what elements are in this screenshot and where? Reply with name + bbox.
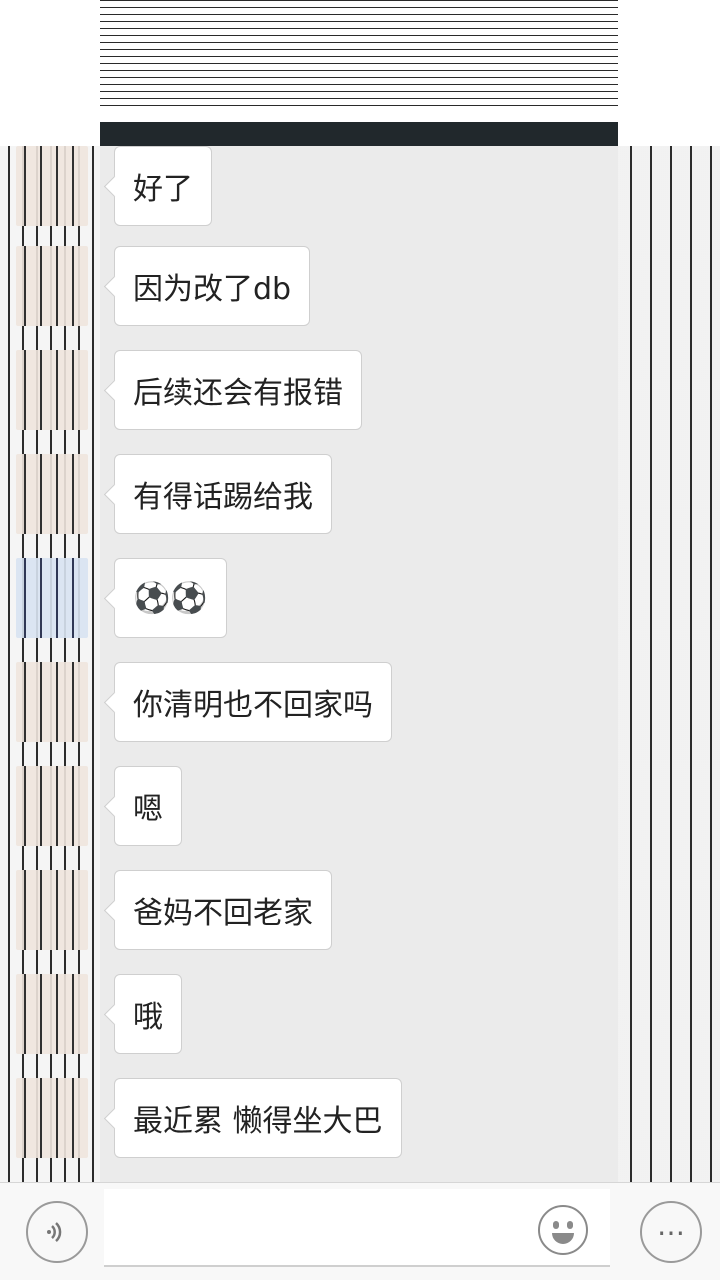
message-row: 爸妈不回老家 bbox=[0, 870, 618, 950]
voice-button[interactable] bbox=[26, 1201, 88, 1263]
message-row: 最近累 懒得坐大巴 bbox=[0, 1078, 618, 1158]
more-icon: ⋯ bbox=[657, 1216, 685, 1248]
message-list[interactable]: 好了 因为改了db 后续还会有报错 有得话踢给我 ⚽⚽ 你清明也不回家吗 嗯 爸… bbox=[0, 146, 618, 1182]
emoji-button[interactable] bbox=[538, 1205, 588, 1255]
avatar[interactable] bbox=[16, 766, 88, 846]
avatar[interactable] bbox=[16, 1078, 88, 1158]
message-row: 好了 bbox=[0, 146, 618, 226]
avatar[interactable] bbox=[16, 246, 88, 326]
avatar[interactable] bbox=[16, 350, 88, 430]
right-edge-pattern bbox=[618, 0, 720, 1280]
avatar[interactable] bbox=[16, 662, 88, 742]
input-bar: ⋯ bbox=[0, 1182, 720, 1280]
avatar[interactable] bbox=[16, 974, 88, 1054]
avatar[interactable] bbox=[16, 454, 88, 534]
message-bubble[interactable]: 爸妈不回老家 bbox=[114, 870, 332, 950]
message-bubble[interactable]: 好了 bbox=[114, 146, 212, 226]
message-row: 后续还会有报错 bbox=[0, 350, 618, 430]
message-row: 哦 bbox=[0, 974, 618, 1054]
chat-header bbox=[0, 0, 720, 146]
message-row: 有得话踢给我 bbox=[0, 454, 618, 534]
voice-icon bbox=[47, 1222, 62, 1242]
message-bubble[interactable]: 嗯 bbox=[114, 766, 182, 846]
message-row: 你清明也不回家吗 bbox=[0, 662, 618, 742]
avatar[interactable] bbox=[16, 146, 88, 226]
emoji-icon bbox=[553, 1221, 559, 1229]
message-row: ⚽⚽ bbox=[0, 558, 618, 638]
more-button[interactable]: ⋯ bbox=[640, 1201, 702, 1263]
message-bubble[interactable]: 有得话踢给我 bbox=[114, 454, 332, 534]
avatar[interactable] bbox=[16, 870, 88, 950]
message-input[interactable] bbox=[104, 1189, 610, 1267]
message-row: 因为改了db bbox=[0, 246, 618, 326]
message-bubble[interactable]: 最近累 懒得坐大巴 bbox=[114, 1078, 402, 1158]
message-bubble[interactable]: 哦 bbox=[114, 974, 182, 1054]
message-bubble[interactable]: 因为改了db bbox=[114, 246, 311, 326]
header-bar bbox=[100, 122, 618, 146]
chat-title bbox=[100, 8, 618, 48]
message-row: 嗯 bbox=[0, 766, 618, 846]
avatar[interactable] bbox=[16, 558, 88, 638]
message-bubble[interactable]: 后续还会有报错 bbox=[114, 350, 362, 430]
message-bubble[interactable]: 你清明也不回家吗 bbox=[114, 662, 392, 742]
message-bubble[interactable]: ⚽⚽ bbox=[114, 558, 227, 638]
